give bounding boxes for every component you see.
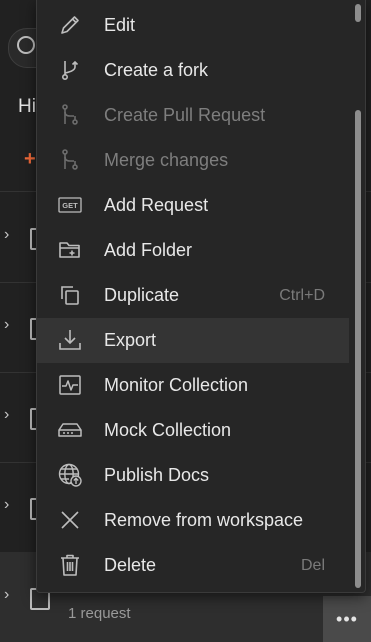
menu-item-delete[interactable]: Delete Del — [37, 543, 349, 588]
menu-item-label: Edit — [104, 15, 136, 35]
chevron-right-icon[interactable]: › — [4, 496, 9, 514]
collection-request-count: 1 request — [68, 605, 131, 622]
menu-item-add-folder[interactable]: Add Folder — [37, 228, 349, 273]
add-collection-button[interactable]: + — [24, 148, 36, 171]
chevron-right-icon[interactable]: › — [4, 316, 9, 334]
shortcut-hint: Ctrl+D — [279, 287, 325, 304]
close-icon — [57, 507, 83, 533]
search-icon — [17, 36, 35, 54]
more-actions-button[interactable]: ••• — [323, 596, 371, 642]
menu-item-label: Mock Collection — [104, 420, 232, 440]
menu-item-label: Create a fork — [104, 60, 209, 80]
merge-icon — [57, 147, 83, 173]
menu-item-add-request[interactable]: GET Add Request — [37, 183, 349, 228]
menu-item-label: Monitor Collection — [104, 375, 249, 395]
menu-item-monitor-collection[interactable]: Monitor Collection — [37, 363, 349, 408]
menu-item-label: Add Request — [104, 195, 209, 215]
menu-item-export[interactable]: Export — [37, 318, 349, 363]
globe-publish-icon — [57, 462, 83, 488]
shortcut-hint: Del — [300, 557, 325, 574]
menu-scrollbar-thumb[interactable] — [355, 110, 361, 588]
menu-item-remove-from-workspace[interactable]: Remove from workspace — [37, 498, 349, 543]
menu-item-label: Merge changes — [104, 150, 229, 170]
menu-item-label: Publish Docs — [104, 465, 210, 485]
menu-item-merge-changes[interactable]: Merge changes — [37, 138, 349, 183]
menu-item-edit[interactable]: Edit — [37, 3, 349, 48]
menu-item-label: Remove from workspace — [104, 510, 304, 530]
menu-item-create-fork[interactable]: Create a fork — [37, 48, 349, 93]
menu-item-create-pull-request[interactable]: Create Pull Request — [37, 93, 349, 138]
pull-request-icon — [57, 102, 83, 128]
scrollbar-arrow[interactable] — [355, 4, 361, 22]
menu-item-label: Add Folder — [104, 240, 193, 260]
chevron-right-icon[interactable]: › — [4, 406, 9, 424]
pencil-icon — [57, 12, 83, 38]
menu-item-label: Delete — [104, 555, 157, 575]
trash-icon — [57, 552, 83, 578]
menu-item-label: Export — [104, 330, 157, 350]
collection-context-menu: Edit Create a fork Create Pull Request M… — [36, 0, 366, 593]
folder-add-icon — [57, 237, 83, 263]
menu-item-publish-docs[interactable]: Publish Docs — [37, 453, 349, 498]
get-request-icon-label: GET — [62, 201, 78, 210]
menu-item-mock-collection[interactable]: Mock Collection — [37, 408, 349, 453]
duplicate-icon — [57, 282, 83, 308]
menu-item-label: Create Pull Request — [104, 105, 266, 125]
menu-item-label: Duplicate — [104, 285, 180, 305]
menu-item-duplicate[interactable]: Duplicate Ctrl+D — [37, 273, 349, 318]
download-icon — [57, 327, 83, 353]
chevron-right-icon[interactable]: › — [4, 226, 9, 244]
mock-server-icon — [57, 417, 83, 443]
fork-icon — [57, 57, 83, 83]
monitor-icon — [57, 372, 83, 398]
chevron-right-icon[interactable]: › — [4, 586, 9, 604]
section-heading: Hi — [18, 96, 36, 117]
get-request-icon: GET — [57, 192, 83, 218]
